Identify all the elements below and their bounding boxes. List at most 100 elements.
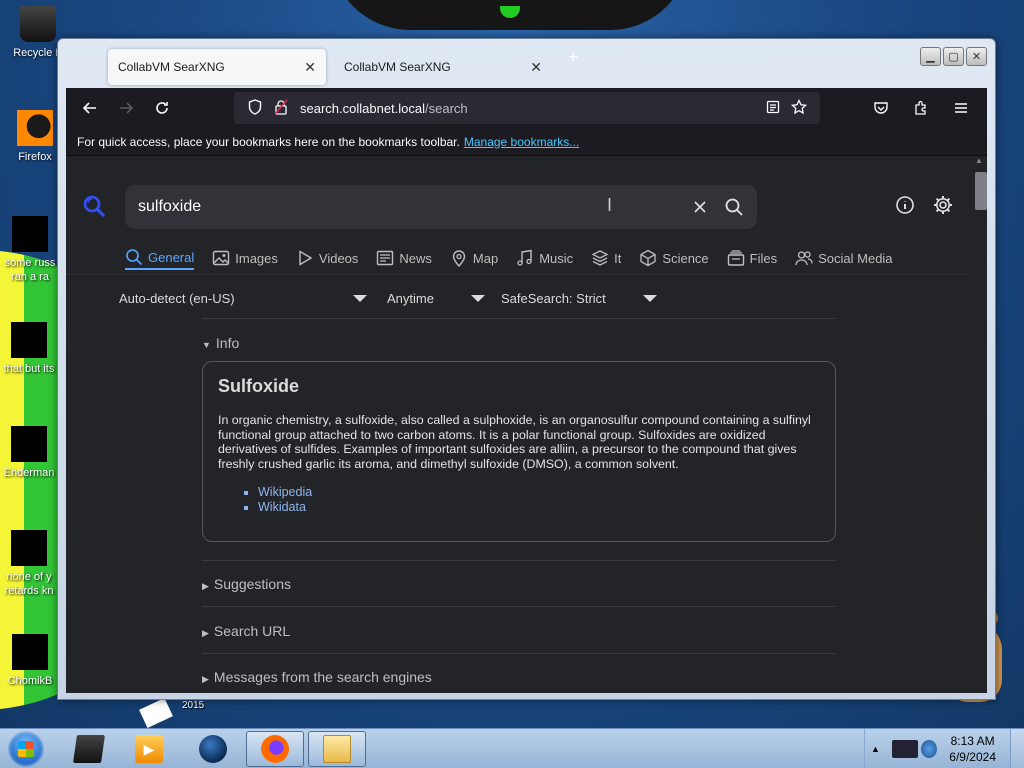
- gear-icon: [934, 196, 952, 214]
- bookmarks-hint: For quick access, place your bookmarks h…: [77, 134, 460, 149]
- searxng-logo-icon[interactable]: [82, 194, 106, 218]
- desktop-icon-file[interactable]: ChomikB: [2, 634, 58, 688]
- close-window-button[interactable]: ✕: [966, 47, 987, 66]
- start-button[interactable]: [8, 731, 44, 767]
- safesearch-select[interactable]: SafeSearch: Strict: [501, 291, 657, 306]
- desktop-icon-file[interactable]: some russ ran a ra: [2, 216, 58, 284]
- minimize-button[interactable]: ▁: [920, 47, 941, 66]
- file-icon: [12, 216, 48, 252]
- category-news[interactable]: News: [376, 246, 432, 270]
- suggestions-toggle[interactable]: ▶ Suggestions: [202, 576, 291, 592]
- category-images[interactable]: Images: [212, 246, 278, 270]
- search-submit-button[interactable]: [723, 196, 745, 218]
- shield-icon[interactable]: [242, 98, 268, 118]
- search-input[interactable]: [138, 198, 678, 216]
- scroll-thumb[interactable]: [975, 172, 987, 210]
- search-url-toggle[interactable]: ▶ Search URL: [202, 623, 290, 639]
- page-scrollbar[interactable]: ▲: [971, 156, 987, 693]
- taskbar-app[interactable]: [60, 731, 118, 767]
- reader-view-icon[interactable]: [760, 100, 786, 117]
- category-label: Social Media: [818, 250, 893, 266]
- desktop-date-label: 2015: [182, 700, 205, 711]
- recycle-bin-icon: [20, 6, 56, 42]
- firefox-icon: [261, 735, 289, 763]
- volume-icon[interactable]: [920, 740, 937, 758]
- category-social-media[interactable]: Social Media: [795, 246, 893, 270]
- insecure-lock-icon[interactable]: [268, 98, 294, 118]
- category-music[interactable]: Music: [516, 246, 573, 270]
- wikidata-link[interactable]: Wikidata: [258, 500, 820, 515]
- star-icon[interactable]: [786, 98, 812, 118]
- show-desktop-button[interactable]: [1010, 729, 1024, 768]
- url-text[interactable]: search.collabnet.local/search: [300, 101, 760, 116]
- search-filters: Auto-detect (en-US) Anytime SafeSearch: …: [119, 291, 657, 306]
- header-icons: [894, 194, 954, 216]
- category-map[interactable]: Map: [450, 246, 498, 270]
- taskbar-explorer[interactable]: [308, 731, 366, 767]
- close-tab-icon[interactable]: ✕: [530, 59, 542, 76]
- about-button[interactable]: [894, 194, 916, 216]
- nav-toolbar: search.collabnet.local/search: [66, 88, 987, 128]
- tab-inactive[interactable]: CollabVM SearXNG ✕: [334, 49, 552, 85]
- taskbar-media-player[interactable]: ▶: [120, 731, 178, 767]
- back-button[interactable]: [72, 92, 108, 124]
- close-tab-icon[interactable]: ✕: [304, 59, 316, 76]
- maximize-button[interactable]: ▢: [943, 47, 964, 66]
- desktop-icon-label: Enderman: [3, 467, 55, 479]
- black-box-icon: [73, 735, 105, 763]
- menu-button[interactable]: [943, 92, 979, 124]
- desktop-icon-file[interactable]: that but its: [0, 322, 58, 376]
- url-bar[interactable]: search.collabnet.local/search: [234, 92, 820, 124]
- taskbar: ▶ ▲ 8:13 AM 6/9/2024: [0, 728, 1024, 768]
- media-player-icon: ▶: [135, 735, 163, 763]
- extensions-button[interactable]: [903, 92, 939, 124]
- reload-button[interactable]: [144, 92, 180, 124]
- arrow-left-icon: [82, 102, 96, 114]
- category-general[interactable]: General: [125, 246, 195, 270]
- info-icon: [896, 196, 914, 214]
- infobox-links: Wikipedia Wikidata: [258, 485, 820, 515]
- browser-window: CollabVM SearXNG ✕ CollabVM SearXNG ✕ + …: [57, 38, 996, 700]
- category-files[interactable]: Files: [727, 246, 777, 270]
- desktop-icon-file[interactable]: Enderman: [0, 426, 58, 480]
- file-icon: [11, 426, 47, 462]
- category-videos[interactable]: Videos: [296, 246, 358, 270]
- engine-messages-toggle[interactable]: ▶ Messages from the search engines: [202, 669, 432, 685]
- network-icon[interactable]: [891, 740, 918, 758]
- wallpaper-dome: [330, 0, 690, 30]
- language-select[interactable]: Auto-detect (en-US): [119, 291, 367, 306]
- windows-logo-icon: [18, 741, 34, 757]
- clock[interactable]: 8:13 AM 6/9/2024: [949, 733, 996, 765]
- category-label: News: [399, 250, 432, 266]
- category-it[interactable]: It: [591, 246, 621, 270]
- suggestions-label: Suggestions: [213, 576, 291, 592]
- page-content: I General Images: [66, 156, 987, 693]
- info-label: Info: [215, 335, 240, 351]
- tray-expand-icon[interactable]: ▲: [871, 744, 880, 754]
- desktop-icon-file[interactable]: none of y retards kn: [0, 530, 58, 598]
- puzzle-icon: [915, 100, 926, 115]
- scroll-up-icon[interactable]: ▲: [971, 156, 987, 168]
- clear-icon: [694, 201, 706, 213]
- tab-active[interactable]: CollabVM SearXNG ✕: [108, 49, 326, 85]
- preferences-button[interactable]: [932, 194, 954, 216]
- category-science[interactable]: Science: [639, 246, 709, 270]
- bookmarks-toolbar: For quick access, place your bookmarks h…: [66, 128, 987, 156]
- window-controls: ▁ ▢ ✕: [920, 47, 987, 66]
- divider: [202, 606, 836, 607]
- pocket-button[interactable]: [863, 92, 899, 124]
- taskbar-app[interactable]: [184, 731, 242, 767]
- taskbar-firefox[interactable]: [246, 731, 304, 767]
- forward-button[interactable]: [108, 92, 144, 124]
- time-range-select[interactable]: Anytime: [387, 291, 501, 306]
- category-label: Map: [472, 250, 499, 266]
- pocket-icon: [874, 102, 888, 114]
- manage-bookmarks-link[interactable]: Manage bookmarks...: [464, 135, 579, 149]
- search-icon: [725, 198, 743, 216]
- globe-icon: [199, 735, 227, 763]
- clear-search-button[interactable]: [689, 196, 711, 218]
- new-tab-button[interactable]: +: [568, 47, 579, 68]
- wikipedia-link[interactable]: Wikipedia: [258, 485, 820, 500]
- info-toggle[interactable]: ▼ Info: [202, 335, 239, 351]
- file-icon: [12, 634, 48, 670]
